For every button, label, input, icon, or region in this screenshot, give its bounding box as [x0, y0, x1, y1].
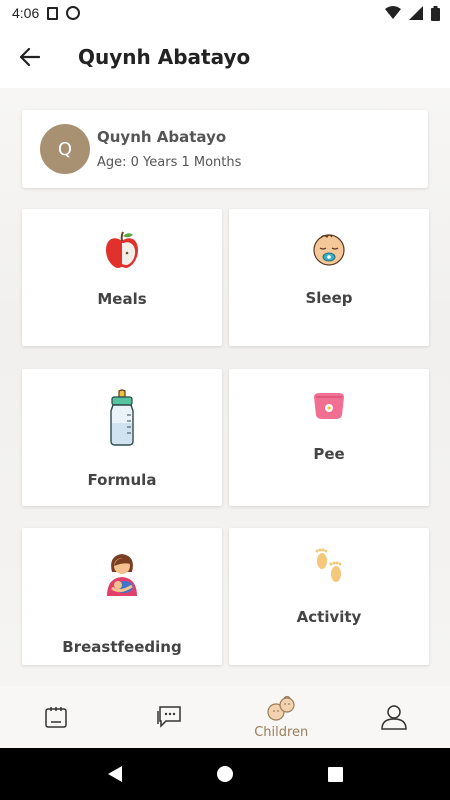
nav-recents-icon[interactable] [327, 766, 343, 782]
chat-icon [157, 706, 181, 728]
profile-age: Age: 0 Years 1 Months [97, 155, 242, 170]
battery-icon [431, 5, 440, 21]
nav-back-icon[interactable] [107, 765, 123, 783]
nav-calendar[interactable] [0, 686, 113, 748]
tile-label: Activity [296, 608, 362, 626]
app-bar: Quynh Abatayo [0, 26, 450, 88]
tile-breastfeeding[interactable]: Breastfeeding [22, 528, 222, 665]
wifi-icon [385, 6, 401, 19]
tile-label: Pee [313, 445, 345, 463]
nav-home-icon[interactable] [217, 766, 234, 782]
sync-icon [66, 6, 81, 20]
sd-card-icon [47, 6, 59, 20]
back-button[interactable] [0, 26, 60, 88]
android-nav-bar [0, 748, 450, 800]
baby-bottle-icon [110, 389, 134, 446]
nav-children-label: Children [254, 724, 309, 740]
bottom-nav: Children [0, 686, 450, 748]
nav-messages[interactable] [113, 686, 226, 748]
tile-pee[interactable]: Pee [229, 369, 429, 506]
status-time: 4:06 [12, 5, 40, 21]
children-icon [267, 695, 295, 721]
breastfeeding-icon [107, 554, 137, 596]
tile-label: Breastfeeding [62, 638, 182, 656]
baby-face-icon [313, 234, 345, 266]
nav-profile[interactable] [338, 686, 450, 748]
profile-name: Quynh Abatayo [97, 128, 227, 146]
tile-formula[interactable]: Formula [22, 369, 222, 506]
tile-meals[interactable]: Meals [22, 209, 222, 346]
tile-sleep[interactable]: Sleep [229, 209, 429, 346]
tile-activity[interactable]: Activity [229, 528, 429, 665]
footprints-icon [315, 548, 342, 582]
avatar: Q [40, 124, 90, 174]
main-content: Q Quynh Abatayo Age: 0 Years 1 Months Me… [0, 88, 450, 686]
status-bar: 4:06 [0, 0, 450, 26]
apple-icon [106, 231, 138, 268]
nav-children[interactable]: Children [225, 686, 338, 748]
profile-card[interactable]: Q Quynh Abatayo Age: 0 Years 1 Months [22, 110, 428, 188]
tile-label: Sleep [305, 289, 353, 307]
arrow-left-icon [20, 48, 40, 66]
potty-icon [314, 393, 344, 419]
signal-icon [409, 6, 423, 20]
tile-label: Meals [97, 290, 147, 308]
tile-label: Formula [87, 471, 157, 489]
calendar-icon [45, 707, 67, 728]
profile-icon [380, 705, 407, 730]
page-title: Quynh Abatayo [78, 45, 251, 69]
